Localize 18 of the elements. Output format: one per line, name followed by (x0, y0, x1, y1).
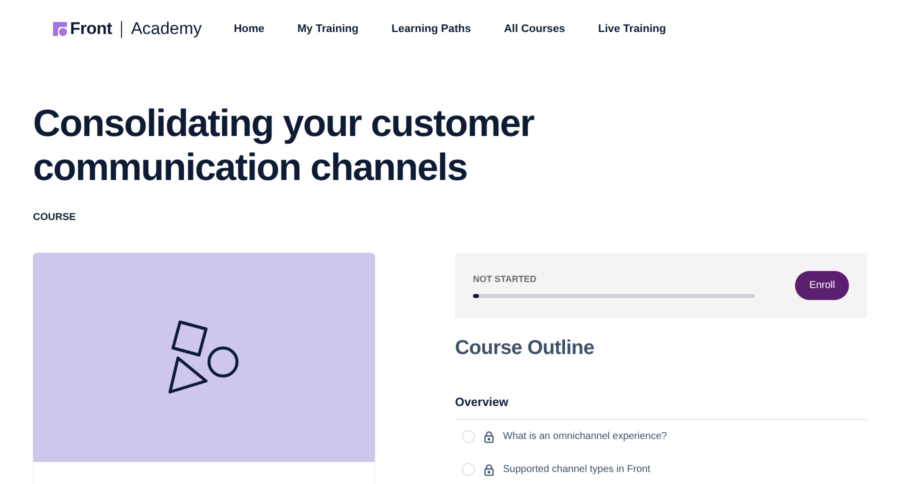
lock-icon (484, 430, 494, 442)
course-type-label: COURSE (33, 212, 77, 223)
lesson-link[interactable]: What is an omnichannel experience? (503, 431, 667, 442)
nav-link[interactable]: Home (234, 23, 264, 35)
logo-wordmark: Front (70, 19, 112, 39)
progress-status: NOT STARTED (473, 274, 538, 284)
section-heading: Overview (455, 395, 867, 420)
nav-link[interactable]: Learning Paths (392, 23, 471, 35)
nav-link[interactable]: Live Training (598, 23, 666, 35)
course-title: Consolidating your customer communication channels (33, 102, 536, 190)
outline-heading: Course Outline (455, 337, 596, 360)
lock-icon (484, 464, 494, 476)
logo-icon (53, 22, 67, 36)
lesson-link[interactable]: Supported channel types in Front (503, 464, 650, 475)
logo-product-name: Academy (130, 19, 202, 39)
nav-link[interactable]: My Training (297, 23, 358, 35)
nav-link[interactable]: All Courses (504, 23, 566, 35)
enroll-button[interactable]: Enroll (795, 271, 849, 300)
